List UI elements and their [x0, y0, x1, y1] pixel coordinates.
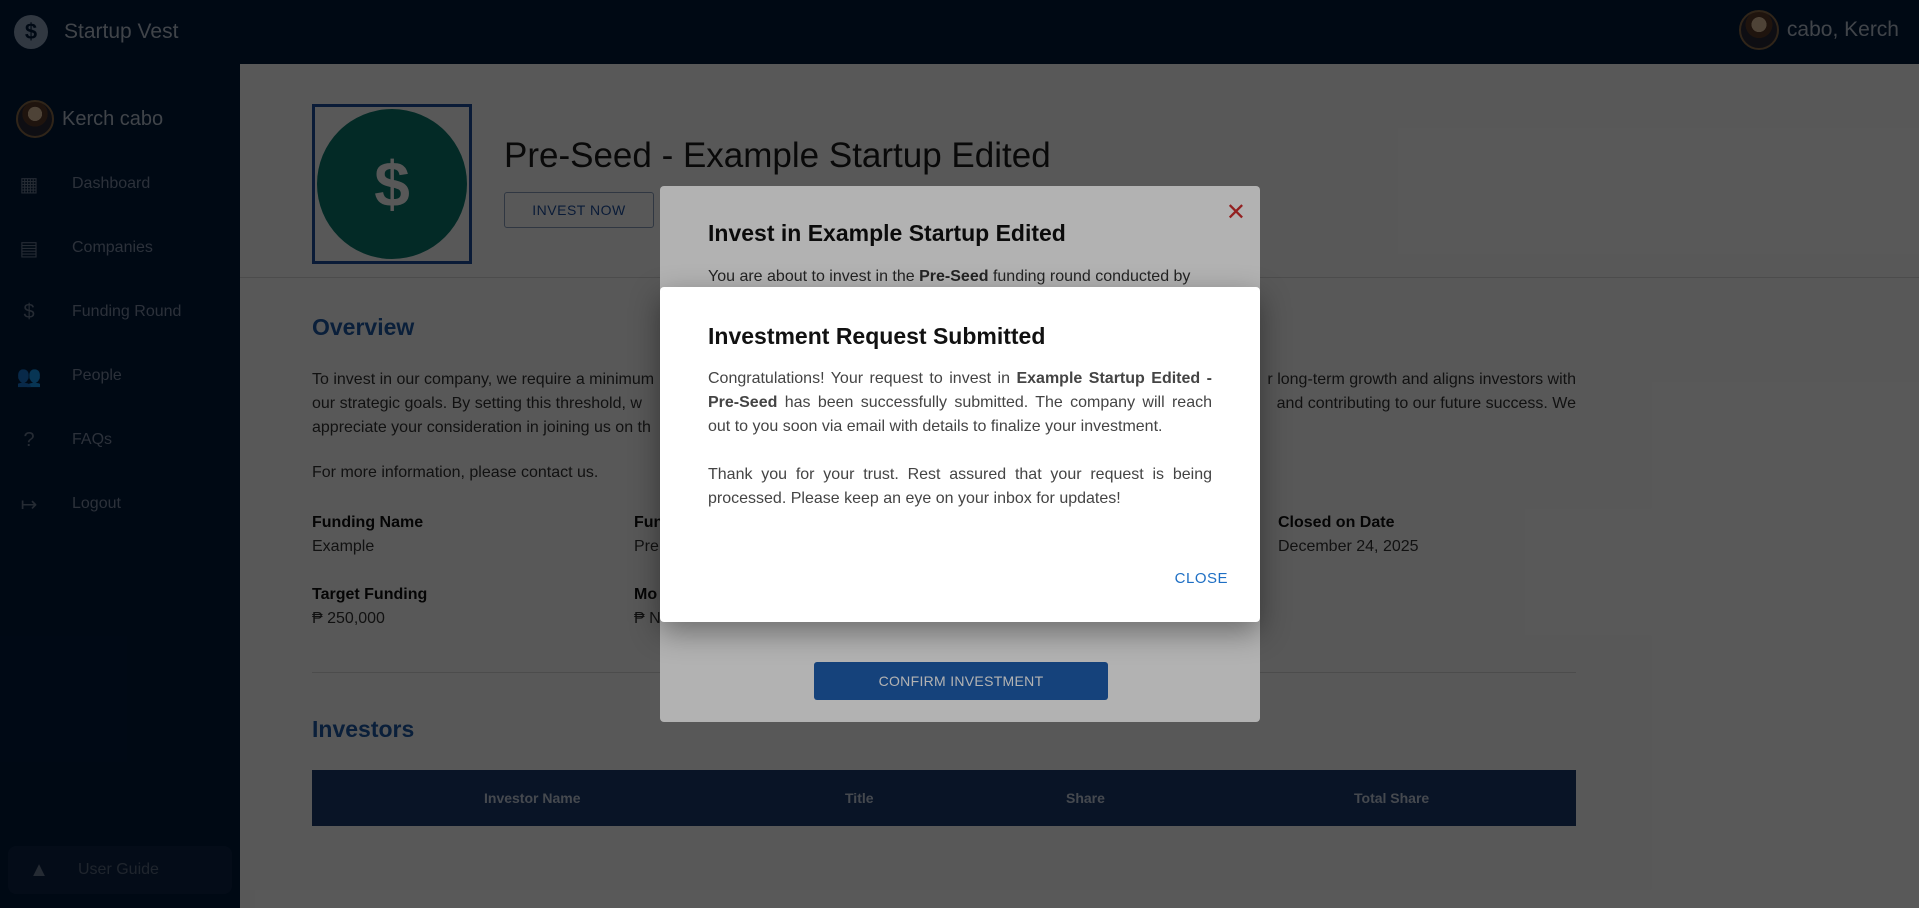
- success-paragraph-2: Thank you for your trust. Rest assured t…: [708, 466, 1212, 507]
- success-paragraph-1: Congratulations! Your request to invest …: [708, 367, 1212, 439]
- success-text-b: has been successfully submitted. The com…: [708, 394, 1212, 435]
- success-modal-title: Investment Request Submitted: [708, 323, 1046, 349]
- close-button[interactable]: CLOSE: [1175, 570, 1228, 587]
- success-modal: Investment Request Submitted Congratulat…: [660, 287, 1260, 622]
- success-text-a: Congratulations! Your request to invest …: [708, 370, 1017, 387]
- success-modal-body: Congratulations! Your request to invest …: [708, 367, 1212, 511]
